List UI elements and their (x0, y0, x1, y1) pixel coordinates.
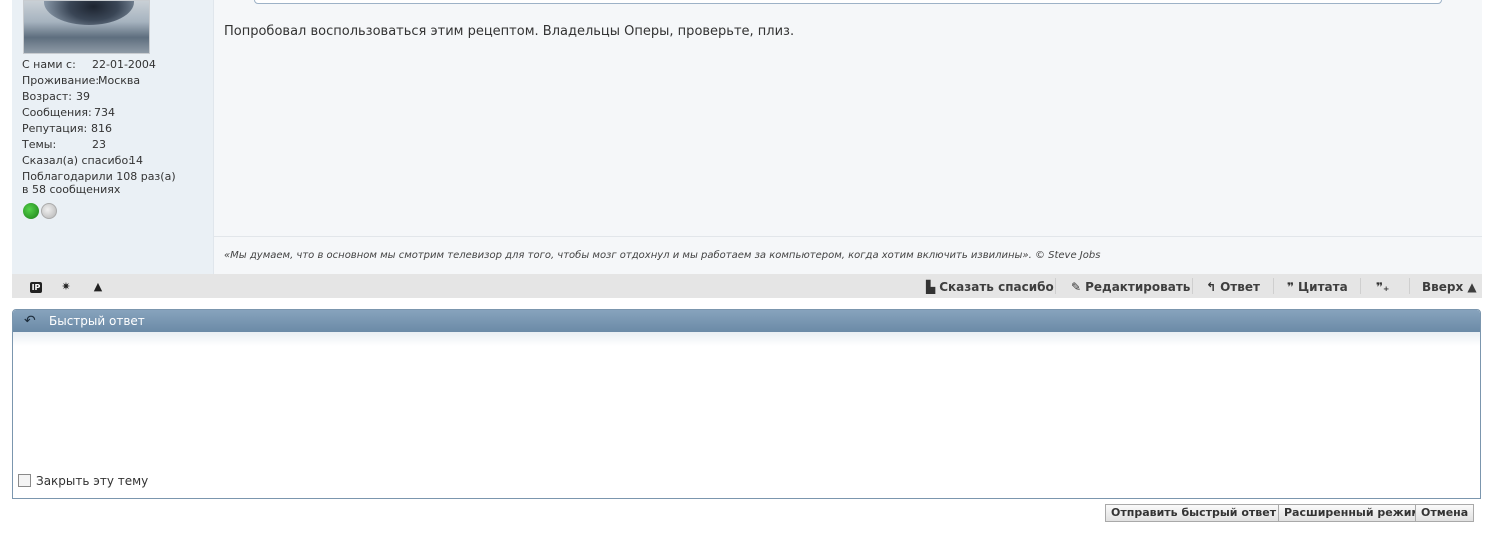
thanked-line-1: Поблагодарили 108 раз(а) (22, 170, 176, 183)
separator (1192, 278, 1193, 294)
info-label: Темы: (22, 138, 57, 151)
info-value: 816 (91, 122, 112, 135)
badges (23, 200, 59, 219)
grey-badge-icon (41, 202, 57, 219)
quick-reply-textarea[interactable] (21, 348, 1475, 472)
clover-icon (23, 202, 39, 219)
quick-reply-shade (13, 332, 1480, 346)
info-label: С нами с: (22, 58, 76, 71)
info-label: Сказал(а) спасибо: (22, 154, 132, 167)
info-reputation: Репутация: 816 (22, 121, 112, 137)
post-action-bar: IP ✷ ▲ ▙ Сказать спасибо ✎ Редактировать ↰… (12, 274, 1482, 298)
star-icon[interactable]: ✷ (59, 280, 73, 293)
quote-button[interactable]: ❞ Цитата (1287, 278, 1348, 296)
signature-divider (214, 236, 1482, 237)
multiquote-icon: ❞₊ (1376, 280, 1390, 294)
pencil-icon: ✎ (1071, 280, 1082, 294)
quick-reply-header[interactable]: ↶ Быстрый ответ (13, 310, 1480, 332)
post: С нами с: 22-01-2004 Проживание: Москва … (12, 0, 1482, 274)
info-value: Москва (98, 74, 141, 87)
edit-button[interactable]: ✎ Редактировать (1071, 278, 1190, 296)
thanked-line-2: в 58 сообщениях (22, 183, 121, 196)
ip-icon[interactable]: IP (30, 282, 42, 293)
info-joined: С нами с: 22-01-2004 (22, 57, 156, 73)
separator (1055, 278, 1056, 294)
info-value: 22-01-2004 (92, 58, 156, 71)
info-location: Проживание: Москва (22, 73, 140, 89)
info-value: 39 (76, 90, 90, 103)
submit-quick-reply-button[interactable]: Отправить быстрый ответ (1105, 504, 1283, 522)
reply-label: Ответ (1220, 280, 1260, 294)
info-topics: Темы: 23 (22, 137, 106, 153)
reply-arrow-icon: ↶ (24, 313, 36, 329)
post-signature: «Мы думаем, что в основном мы смотрим те… (224, 250, 1101, 261)
advanced-mode-button[interactable]: Расширенный режим (1278, 504, 1427, 522)
separator (1409, 278, 1410, 294)
quote-box (254, 0, 1442, 4)
top-button[interactable]: Вверх ▲ (1422, 278, 1477, 296)
info-value: 23 (92, 138, 106, 151)
say-thanks-button[interactable]: ▙ Сказать спасибо (926, 278, 1054, 296)
info-label: Сообщения: (22, 106, 92, 119)
separator (1360, 278, 1361, 294)
info-posts: Сообщения: 734 (22, 105, 115, 121)
quote-label: Цитата (1298, 280, 1348, 294)
info-value: 14 (129, 154, 143, 167)
info-label: Возраст: (22, 90, 73, 103)
close-topic-checkbox[interactable] (18, 474, 31, 487)
info-label: Проживание: (22, 74, 100, 87)
avatar[interactable] (23, 0, 150, 54)
cancel-button[interactable]: Отмена (1415, 504, 1475, 522)
thanks-icon: ▙ (926, 280, 936, 294)
info-label: Репутация: (22, 122, 88, 135)
close-topic-label: Закрыть эту тему (36, 474, 149, 488)
multiquote-button[interactable]: ❞₊ (1376, 278, 1393, 296)
post-message: Попробовал воспользоваться этим рецептом… (224, 24, 795, 39)
separator (1273, 278, 1274, 294)
user-info-panel: С нами с: 22-01-2004 Проживание: Москва … (12, 0, 214, 274)
reply-arrow-icon: ↰ (1206, 280, 1217, 294)
info-age: Возраст: 39 (22, 89, 90, 105)
info-said-thanks: Сказал(а) спасибо: 14 (22, 153, 143, 169)
thanked-info: Поблагодарили 108 раз(а) в 58 сообщениях (22, 170, 176, 196)
edit-label: Редактировать (1085, 280, 1191, 294)
quick-reply-title: Быстрый ответ (49, 314, 145, 328)
quote-bubble-icon: ❞ (1287, 280, 1295, 294)
info-value: 734 (94, 106, 115, 119)
close-topic-row[interactable]: Закрыть эту тему (18, 474, 148, 488)
reply-button[interactable]: ↰ Ответ (1206, 278, 1260, 296)
say-thanks-label: Сказать спасибо (939, 280, 1054, 294)
quick-reply-panel: ↶ Быстрый ответ Закрыть эту тему (12, 309, 1481, 499)
warning-icon[interactable]: ▲ (91, 280, 105, 293)
